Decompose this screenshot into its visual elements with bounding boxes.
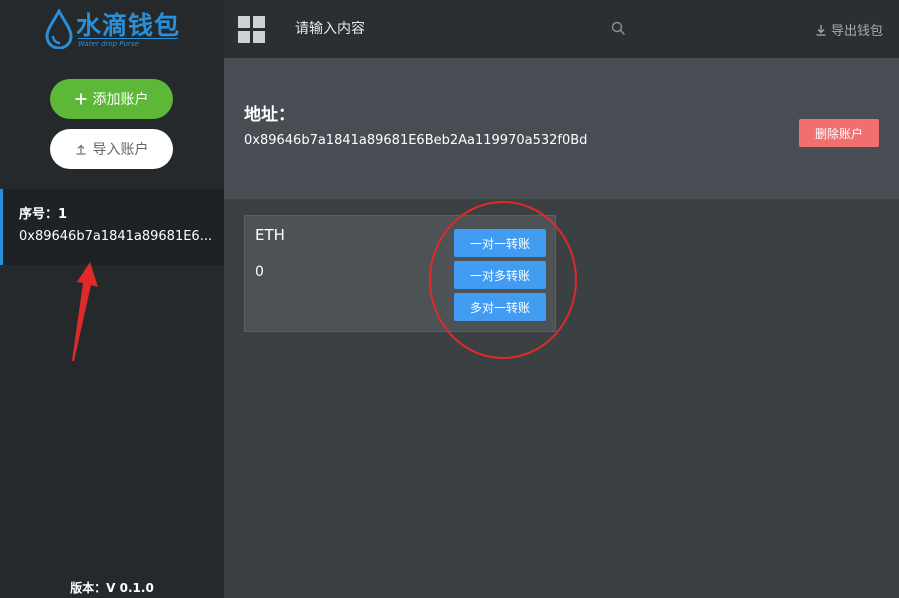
token-name: ETH xyxy=(255,226,285,244)
sidebar: 添加账户 导入账户 序号：1 0x89646b7a1841a89681E6...… xyxy=(0,58,224,598)
export-wallet-button[interactable]: 导出钱包 xyxy=(815,20,883,39)
delete-account-button[interactable]: 删除账户 xyxy=(799,119,879,147)
plus-icon xyxy=(75,93,86,105)
grid-icon[interactable] xyxy=(238,16,266,44)
account-list-item[interactable]: 序号：1 0x89646b7a1841a89681E6... xyxy=(0,189,224,265)
one-to-one-transfer-button[interactable]: 一对一转账 xyxy=(454,229,546,257)
token-balance: 0 xyxy=(255,264,264,280)
water-drop-icon xyxy=(45,9,73,49)
import-account-button[interactable]: 导入账户 xyxy=(50,129,173,169)
search-icon[interactable] xyxy=(611,21,626,36)
logo-title: 水滴钱包 xyxy=(76,11,181,40)
one-to-many-transfer-button[interactable]: 一对多转账 xyxy=(454,261,546,289)
download-icon xyxy=(816,24,826,36)
account-header: 地址： 0x89646b7a1841a89681E6Beb2Aa119970a5… xyxy=(224,58,899,199)
import-account-label: 导入账户 xyxy=(92,142,149,158)
export-wallet-label: 导出钱包 xyxy=(831,24,884,39)
address-label: 地址： xyxy=(244,105,295,125)
search-input[interactable] xyxy=(286,10,631,48)
version-label: 版本：V 0.1.0 xyxy=(70,581,154,595)
logo: 水滴钱包 Water drop Purse xyxy=(0,0,224,58)
top-bar: 水滴钱包 Water drop Purse 导出钱包 xyxy=(0,0,899,58)
many-to-one-transfer-button[interactable]: 多对一转账 xyxy=(454,293,546,321)
address-value: 0x89646b7a1841a89681E6Beb2Aa119970a532f0… xyxy=(244,133,588,148)
account-address: 0x89646b7a1841a89681E6... xyxy=(19,229,213,244)
token-card: ETH 0 一对一转账 一对多转账 多对一转账 xyxy=(244,215,556,332)
account-index: 序号：1 xyxy=(19,207,68,222)
upload-icon xyxy=(76,144,85,155)
add-account-button[interactable]: 添加账户 xyxy=(50,79,173,119)
logo-subtitle: Water drop Purse xyxy=(78,38,178,48)
add-account-label: 添加账户 xyxy=(92,92,149,108)
